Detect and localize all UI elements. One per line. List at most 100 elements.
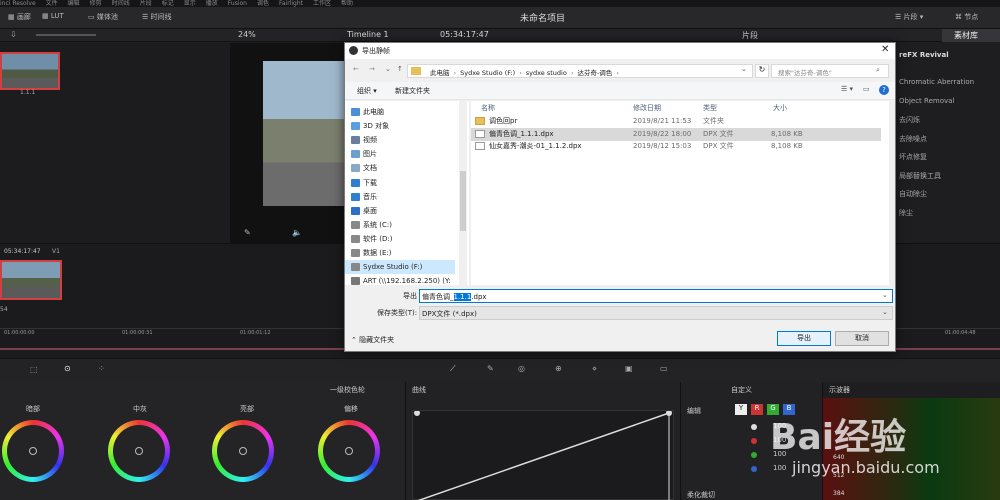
menu-item[interactable]: 片段 xyxy=(140,0,152,7)
close-icon[interactable]: ✕ xyxy=(881,44,889,55)
lift-wheel[interactable] xyxy=(2,420,64,482)
tree-item[interactable]: 系统 (C:) xyxy=(345,218,455,232)
col-type[interactable]: 类型 xyxy=(703,103,717,113)
clips-button[interactable]: ☰ 片段 ▾ xyxy=(895,12,923,22)
blur-icon[interactable]: ⋄ xyxy=(592,364,597,373)
hdr-icon[interactable]: ⁘ xyxy=(98,364,105,373)
fx-item[interactable]: 局部替换工具 xyxy=(899,171,941,181)
chevron-down-icon[interactable]: ⌄ xyxy=(741,65,747,73)
menu-item[interactable]: 标记 xyxy=(162,0,174,7)
filename-input[interactable]: 偏青色调_1.1.1.dpx ⌄ xyxy=(419,289,893,303)
type-select[interactable]: DPX文件 (*.dpx) ⌄ xyxy=(419,306,893,320)
breadcrumb-item[interactable]: 此电脑 xyxy=(430,69,450,77)
timeline-clip[interactable] xyxy=(0,260,62,300)
nodes-button[interactable]: ⌘ 节点 xyxy=(955,12,978,22)
b-value[interactable]: 100 xyxy=(773,464,786,472)
volume-icon[interactable]: 🔈 xyxy=(292,228,302,237)
thumb-size-slider[interactable] xyxy=(36,34,96,36)
file-row[interactable]: 偏青色调_1.1.1.dpx 2019/8/22 18:00 DPX 文件 8,108… xyxy=(471,127,881,141)
export-button[interactable]: 导出 xyxy=(777,331,831,346)
wheels-mode[interactable]: 一级校色轮 xyxy=(330,385,365,395)
primary-wheels-icon[interactable]: ⊙ xyxy=(64,364,71,373)
menu-item[interactable]: inci Resolve xyxy=(0,0,36,7)
camera-raw-icon[interactable]: ⬚ xyxy=(30,365,38,374)
cancel-button[interactable]: 取消 xyxy=(835,331,889,346)
col-size[interactable]: 大小 xyxy=(773,103,787,113)
back-icon[interactable]: ← xyxy=(353,65,359,73)
menu-item[interactable]: Fairlight xyxy=(279,0,303,7)
offset-wheel[interactable] xyxy=(318,420,380,482)
gain-wheel[interactable] xyxy=(212,420,274,482)
forward-icon[interactable]: → xyxy=(369,65,375,73)
curve-mode-label[interactable]: 自定义 xyxy=(731,385,752,395)
menu-item[interactable]: 时间线 xyxy=(112,0,130,7)
tree-item[interactable]: 桌面 xyxy=(345,204,455,218)
channel-y-button[interactable]: Y xyxy=(735,404,747,415)
col-date[interactable]: 修改日期 xyxy=(633,103,661,113)
up-icon[interactable]: ↑ xyxy=(397,65,403,73)
curves-icon[interactable]: ⟋ xyxy=(450,364,456,374)
window-icon[interactable]: ◎ xyxy=(518,364,525,373)
tree-item[interactable]: 下载 xyxy=(345,176,455,190)
tree-item[interactable]: 数据 (E:) xyxy=(345,246,455,260)
col-name[interactable]: 名称 xyxy=(481,103,495,113)
lut-button[interactable]: ▦ LUT xyxy=(42,12,64,20)
qualifier-icon[interactable]: ✎ xyxy=(487,364,494,373)
media-pool-button[interactable]: ▭ 媒体池 xyxy=(88,12,118,22)
preview-pane-icon[interactable]: ▭ xyxy=(863,85,870,93)
breadcrumb-item[interactable]: Sydxe Studio (F:) xyxy=(460,69,515,77)
menu-item[interactable]: Fusion xyxy=(228,0,247,7)
menu-item[interactable]: 显示 xyxy=(184,0,196,7)
tree-item[interactable]: Sydxe Studio (F:) xyxy=(345,260,455,275)
hide-folders-toggle[interactable]: ⌃ 隐藏文件夹 xyxy=(351,335,394,345)
fx-item[interactable]: 去闪烁 xyxy=(899,115,920,125)
gallery-button[interactable]: ▦ 画廊 xyxy=(8,12,31,22)
menu-item[interactable]: 播放 xyxy=(206,0,218,7)
tree-item[interactable]: 文档 xyxy=(345,161,455,175)
breadcrumb-item[interactable]: sydxe studio xyxy=(526,69,567,77)
menu-item[interactable]: 帮助 xyxy=(341,0,353,7)
refresh-icon[interactable]: ↻ xyxy=(755,64,769,78)
sizing-icon[interactable]: ▭ xyxy=(660,364,668,373)
menu-item[interactable]: 文件 xyxy=(46,0,58,7)
import-icon[interactable]: ⇩ xyxy=(10,30,17,39)
tree-scrollbar[interactable] xyxy=(459,101,467,285)
tracker-icon[interactable]: ⊕ xyxy=(555,364,562,373)
new-folder-button[interactable]: 新建文件夹 xyxy=(395,86,430,96)
file-row[interactable]: 仙女嘉秀-潮炎-01_1.1.2.dpx 2019/8/12 15:03 DPX 文… xyxy=(471,140,881,153)
menu-item[interactable]: 修剪 xyxy=(90,0,102,7)
view-options-icon[interactable]: ☰ ▾ xyxy=(841,85,853,93)
search-input[interactable]: 搜索"达芬奇-调色" ⌕ xyxy=(771,64,889,78)
zoom-level[interactable]: 24% xyxy=(238,30,256,39)
chevron-down-icon[interactable]: ⌄ xyxy=(385,65,391,73)
channel-r-button[interactable]: R xyxy=(751,404,763,415)
gamma-wheel[interactable] xyxy=(108,420,170,482)
tree-item[interactable]: 图片 xyxy=(345,147,455,161)
curve-graph[interactable] xyxy=(412,410,674,500)
tree-item[interactable]: ART (\\192.168.2.250) (Y: xyxy=(345,274,455,285)
chevron-down-icon[interactable]: ⌄ xyxy=(882,291,888,299)
fx-item[interactable]: 自动除尘 xyxy=(899,189,927,199)
picker-icon[interactable]: ✎ xyxy=(244,228,251,237)
file-row[interactable]: 调色回pr 2019/8/21 11:53 文件夹 xyxy=(471,115,881,128)
tree-item[interactable]: 此电脑 xyxy=(345,105,455,119)
clip-thumbnail[interactable] xyxy=(0,52,60,90)
menu-item[interactable]: 工作区 xyxy=(313,0,331,7)
menu-item[interactable]: 调色 xyxy=(257,0,269,7)
breadcrumb-item[interactable]: 达芬奇-调色 xyxy=(577,69,612,77)
fx-item[interactable]: Object Removal xyxy=(899,97,954,105)
tree-item[interactable]: 3D 对象 xyxy=(345,119,455,133)
fx-item[interactable]: 去除噪点 xyxy=(899,134,927,144)
help-icon[interactable]: ? xyxy=(879,85,889,95)
timeline-name[interactable]: Timeline 1 xyxy=(347,30,389,39)
menu-item[interactable]: 编辑 xyxy=(68,0,80,7)
fx-item[interactable]: 坏点修复 xyxy=(899,152,927,162)
tree-item[interactable]: 视频 xyxy=(345,133,455,147)
key-icon[interactable]: ▣ xyxy=(625,364,633,373)
tree-item[interactable]: 软件 (D:) xyxy=(345,232,455,246)
timeline-button[interactable]: ☰ 时间线 xyxy=(142,12,172,22)
fx-item[interactable]: 除尘 xyxy=(899,208,913,218)
tab-library[interactable]: 素材库 xyxy=(942,29,1000,42)
organize-button[interactable]: 组织 ▾ xyxy=(357,86,377,96)
fx-item[interactable]: Chromatic Aberration xyxy=(899,78,974,86)
